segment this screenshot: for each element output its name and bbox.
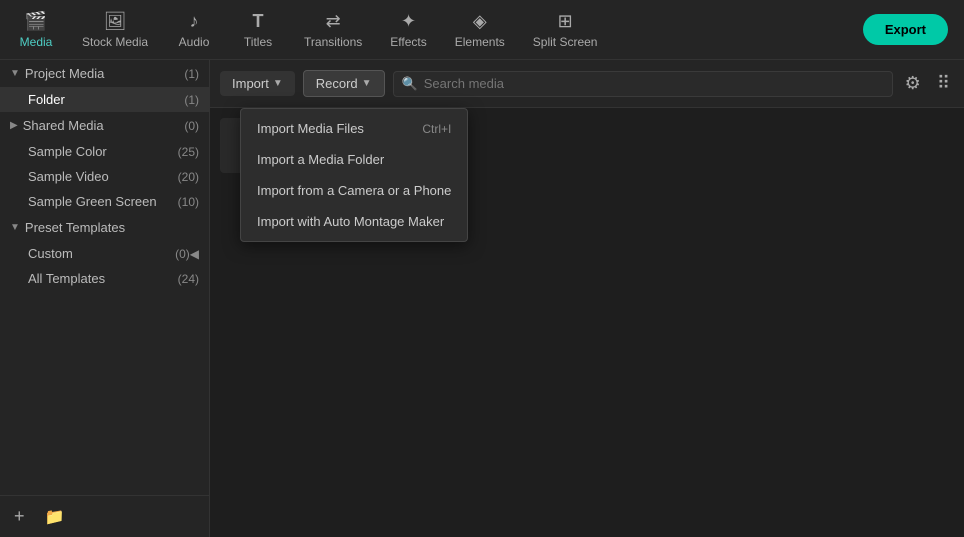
project-media-label: Project Media — [25, 66, 104, 81]
import-button[interactable]: Import ▼ — [220, 71, 295, 96]
sidebar-item-sample-green-screen[interactable]: Sample Green Screen (10) — [0, 189, 209, 214]
folder-label: Folder — [28, 92, 65, 107]
shared-media-label: Shared Media — [23, 118, 104, 133]
import-auto-montage-label: Import with Auto Montage Maker — [257, 214, 444, 229]
titles-icon: T — [253, 11, 264, 32]
add-media-button[interactable]: + — [10, 502, 29, 531]
audio-label: Audio — [179, 35, 210, 49]
import-label: Import — [232, 76, 269, 91]
sample-green-screen-count: (10) — [178, 195, 199, 209]
dropdown-item-import-media-folder[interactable]: Import a Media Folder — [241, 144, 467, 175]
sample-color-count: (25) — [178, 145, 199, 159]
sample-video-count: (20) — [178, 170, 199, 184]
toolbar-item-elements[interactable]: ◈ Elements — [441, 5, 519, 55]
content-toolbar: Import ▼ Record ▼ 🔍 ⚙ ⠿ — [210, 60, 964, 108]
sample-color-label: Sample Color — [28, 144, 107, 159]
sidebar-section-shared-media[interactable]: ▶ Shared Media (0) — [0, 112, 209, 139]
custom-arrow-icon: ◀ — [190, 247, 199, 261]
toolbar-item-effects[interactable]: ✦ Effects — [376, 5, 440, 55]
chevron-down-icon: ▼ — [10, 68, 20, 79]
sample-video-label: Sample Video — [28, 169, 109, 184]
titles-label: Titles — [244, 35, 272, 49]
search-bar: 🔍 — [393, 71, 893, 97]
export-button[interactable]: Export — [863, 14, 948, 45]
chevron-right-icon: ▶ — [10, 120, 18, 131]
folder-count: (1) — [184, 93, 199, 107]
import-media-files-label: Import Media Files — [257, 121, 364, 136]
import-dropdown: Import Media Files Ctrl+I Import a Media… — [240, 108, 468, 242]
transitions-icon: ⇄ — [326, 11, 341, 32]
new-folder-button[interactable]: 📁 — [41, 502, 69, 531]
import-arrow-icon: ▼ — [273, 78, 283, 89]
all-templates-label: All Templates — [28, 271, 105, 286]
toolbar-item-audio[interactable]: ♪ Audio — [162, 5, 226, 55]
audio-icon: ♪ — [190, 11, 199, 32]
all-templates-count: (24) — [178, 272, 199, 286]
record-label: Record — [316, 76, 358, 91]
sidebar-section-project-media[interactable]: ▼ Project Media (1) — [0, 60, 209, 87]
toolbar-item-stock-media[interactable]: 🖼 Stock Media — [68, 5, 162, 55]
stock-media-label: Stock Media — [82, 35, 148, 49]
dropdown-item-import-camera[interactable]: Import from a Camera or a Phone — [241, 175, 467, 206]
import-media-folder-label: Import a Media Folder — [257, 152, 384, 167]
filter-button[interactable]: ⚙ — [901, 69, 925, 98]
sidebar-footer: + 📁 — [0, 495, 209, 537]
toolbar-item-transitions[interactable]: ⇄ Transitions — [290, 5, 376, 55]
search-icon: 🔍 — [402, 76, 418, 92]
preset-templates-chevron-icon: ▼ — [10, 222, 20, 233]
stock-media-icon: 🖼 — [104, 11, 127, 32]
sidebar-item-folder[interactable]: Folder (1) — [0, 87, 209, 112]
sidebar-item-all-templates[interactable]: All Templates (24) — [0, 266, 209, 291]
toolbar-item-media[interactable]: 🎬 Media — [4, 5, 68, 55]
sidebar-item-custom[interactable]: Custom (0) ◀ — [0, 241, 209, 266]
sidebar-item-sample-video[interactable]: Sample Video (20) — [0, 164, 209, 189]
sidebar: ▼ Project Media (1) Folder (1) ▶ Shared … — [0, 60, 210, 537]
custom-count: (0) — [175, 247, 190, 261]
elements-label: Elements — [455, 35, 505, 49]
grid-view-button[interactable]: ⠿ — [933, 69, 954, 98]
record-arrow-icon: ▼ — [362, 78, 372, 89]
toolbar-item-split-screen[interactable]: ⊞ Split Screen — [519, 5, 612, 55]
sample-green-screen-label: Sample Green Screen — [28, 194, 157, 209]
sidebar-item-sample-color[interactable]: Sample Color (25) — [0, 139, 209, 164]
effects-icon: ✦ — [401, 11, 416, 32]
split-screen-label: Split Screen — [533, 35, 598, 49]
dropdown-item-import-media-files[interactable]: Import Media Files Ctrl+I — [241, 113, 467, 144]
split-screen-icon: ⊞ — [558, 11, 573, 32]
import-media-files-shortcut: Ctrl+I — [422, 122, 451, 136]
record-button[interactable]: Record ▼ — [303, 70, 385, 97]
elements-icon: ◈ — [473, 11, 487, 32]
dropdown-item-import-auto-montage[interactable]: Import with Auto Montage Maker — [241, 206, 467, 237]
transitions-label: Transitions — [304, 35, 362, 49]
media-icon: 🎬 — [25, 11, 47, 32]
shared-media-count: (0) — [184, 119, 199, 133]
top-toolbar: 🎬 Media 🖼 Stock Media ♪ Audio T Titles ⇄… — [0, 0, 964, 60]
custom-label: Custom — [28, 246, 73, 261]
effects-label: Effects — [390, 35, 426, 49]
preset-templates-label: Preset Templates — [25, 220, 125, 235]
project-media-count: (1) — [184, 67, 199, 81]
toolbar-item-titles[interactable]: T Titles — [226, 5, 290, 55]
main-layout: ▼ Project Media (1) Folder (1) ▶ Shared … — [0, 60, 964, 537]
sidebar-section-preset-templates[interactable]: ▼ Preset Templates — [0, 214, 209, 241]
search-input[interactable] — [424, 76, 884, 91]
import-camera-label: Import from a Camera or a Phone — [257, 183, 451, 198]
media-label: Media — [20, 35, 53, 49]
